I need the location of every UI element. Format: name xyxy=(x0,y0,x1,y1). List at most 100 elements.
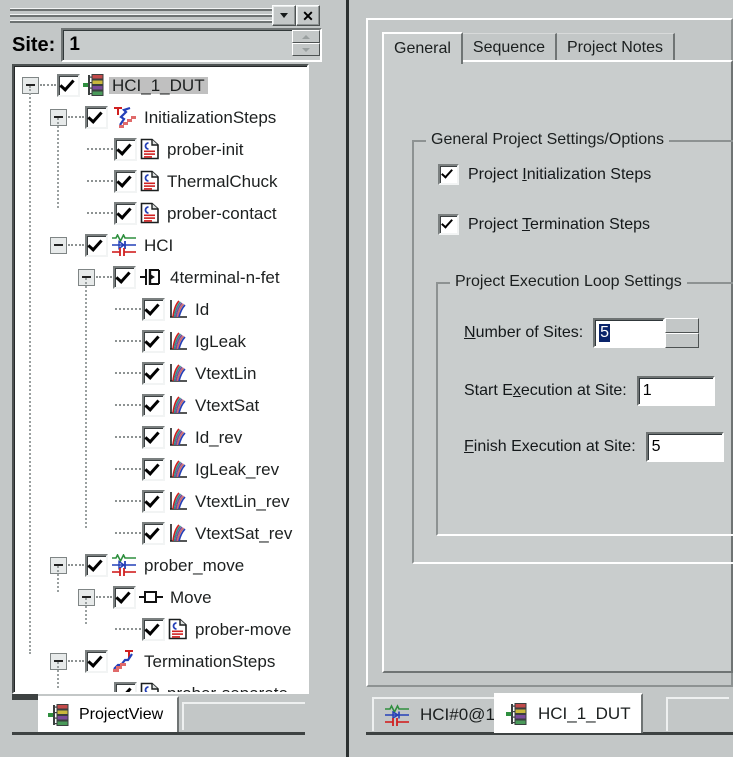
tree-node-checkbox[interactable] xyxy=(142,361,165,385)
tree-connector xyxy=(115,627,141,631)
site-spinner-down[interactable] xyxy=(292,43,320,56)
number-of-sites-input[interactable]: 5 xyxy=(593,318,666,348)
left-tabstrip-underline xyxy=(12,732,305,735)
tree-guide-line xyxy=(85,278,87,528)
tree-connector xyxy=(68,563,84,567)
finish-execution-at-site-value: 5 xyxy=(651,438,661,455)
checkbox-indicator[interactable] xyxy=(438,214,459,235)
tree-node[interactable]: VtextSat xyxy=(14,389,307,421)
tab-general[interactable]: General xyxy=(382,32,463,64)
tree-node-label: prober-move xyxy=(195,619,292,639)
document-tabstrip[interactable]: HCI#0@1 HCI_1_DUT xyxy=(366,693,733,743)
tab-hci-0-1[interactable]: HCI#0@1 xyxy=(372,697,507,731)
number-of-sites-spinner-up[interactable] xyxy=(665,318,700,333)
document-tabstrip-filler xyxy=(666,697,729,731)
tree-connector xyxy=(68,243,84,247)
tree-node-checkbox[interactable] xyxy=(85,105,108,129)
document-icon xyxy=(140,170,160,192)
tab-projectview[interactable]: ProjectView xyxy=(38,696,180,734)
tree-node-checkbox[interactable] xyxy=(142,617,165,641)
tree-node-label: VtextLin_rev xyxy=(195,491,290,511)
tree-node-label: TerminationSteps xyxy=(144,651,276,671)
left-tabstrip-filler xyxy=(182,702,305,730)
pane-splitter[interactable] xyxy=(332,0,360,757)
tree-connector xyxy=(87,211,113,215)
tree-node-checkbox[interactable] xyxy=(85,233,108,257)
tree-expander-collapse-icon[interactable] xyxy=(50,236,67,254)
tree-connector xyxy=(96,595,112,599)
tree-node[interactable]: 4terminal-n-fet xyxy=(14,261,307,293)
tree-connector xyxy=(115,435,141,439)
tree-node[interactable]: HCI_1_DUT xyxy=(14,69,307,101)
project-settings-pane: General Sequence Project Notes General P… xyxy=(360,0,733,757)
execution-loop-title: Project Execution Loop Settings xyxy=(450,273,687,291)
tab-project-notes-label: Project Notes xyxy=(566,39,664,56)
tree-connector xyxy=(115,403,141,407)
tree-node-checkbox[interactable] xyxy=(85,649,108,673)
tree-node[interactable]: Id_rev xyxy=(14,421,307,453)
caption-grip-lines xyxy=(10,8,278,23)
tree-node[interactable]: HCI xyxy=(14,229,307,261)
field-start-execution-at-site-label: Start Execution at Site: xyxy=(464,382,627,399)
number-of-sites-spinner[interactable] xyxy=(665,318,700,348)
checkbox-project-termination-steps[interactable]: Project Termination Steps xyxy=(438,214,650,235)
tree-node-checkbox[interactable] xyxy=(114,169,137,193)
tree-node-label: IgLeak xyxy=(195,331,247,351)
tab-sequence-label: Sequence xyxy=(472,39,545,56)
checkbox-project-initialization-steps[interactable]: Project Initialization Steps xyxy=(438,164,651,185)
general-settings-title: General Project Settings/Options xyxy=(426,131,670,149)
checkbox-indicator[interactable] xyxy=(438,164,459,185)
graph-icon xyxy=(168,459,188,479)
tree-node-checkbox[interactable] xyxy=(142,457,165,481)
left-tabstrip: ProjectView xyxy=(12,694,305,738)
tree-node[interactable]: IgLeak_rev xyxy=(14,453,307,485)
project-tree[interactable]: HCI_1_DUT InitializationSteps prober-ini… xyxy=(14,66,307,694)
device-icon xyxy=(111,233,137,256)
tree-node-checkbox[interactable] xyxy=(114,137,137,161)
device-icon xyxy=(384,704,410,726)
tree-node-label: IgLeak_rev xyxy=(195,459,280,479)
tree-node-checkbox[interactable] xyxy=(85,553,108,577)
finish-execution-at-site-input[interactable]: 5 xyxy=(645,432,724,462)
tree-node-checkbox[interactable] xyxy=(142,425,165,449)
close-icon[interactable]: ✕ xyxy=(296,5,320,26)
site-spinner[interactable] xyxy=(292,30,320,56)
move-icon xyxy=(139,590,163,604)
tree-node-checkbox[interactable] xyxy=(114,681,137,692)
graph-icon xyxy=(168,331,188,351)
tree-node-checkbox[interactable] xyxy=(142,297,165,321)
checkbox-project-termination-steps-label: Project Termination Steps xyxy=(468,215,651,233)
number-of-sites-spinner-down[interactable] xyxy=(665,333,700,348)
general-settings-groupbox: General Project Settings/Options Project… xyxy=(412,131,733,564)
window-caption-bar: ✕ xyxy=(8,4,322,26)
tree-node-checkbox[interactable] xyxy=(142,489,165,513)
project-tree-icon xyxy=(48,703,70,727)
document-icon xyxy=(140,202,160,224)
tree-node[interactable]: prober-move xyxy=(14,613,307,645)
tree-node-checkbox[interactable] xyxy=(142,393,165,417)
settings-tabstrip[interactable]: General Sequence Project Notes xyxy=(382,32,676,64)
graph-icon xyxy=(168,491,188,511)
tree-node-checkbox[interactable] xyxy=(142,329,165,353)
tree-node-checkbox[interactable] xyxy=(114,201,137,225)
tree-node[interactable]: VtextLin_rev xyxy=(14,485,307,517)
site-input[interactable]: 1 xyxy=(61,28,322,62)
tree-node[interactable]: Id xyxy=(14,293,307,325)
start-execution-at-site-input[interactable]: 1 xyxy=(636,376,715,406)
tree-node-checkbox[interactable] xyxy=(57,73,80,97)
tree-node[interactable]: VtextSat_rev xyxy=(14,517,307,549)
project-tree-panel[interactable]: HCI_1_DUT InitializationSteps prober-ini… xyxy=(12,64,309,694)
tree-node-checkbox[interactable] xyxy=(113,265,136,289)
tab-hci-1-dut[interactable]: HCI_1_DUT xyxy=(494,693,643,733)
tree-node[interactable]: VtextLin xyxy=(14,357,307,389)
site-spinner-up[interactable] xyxy=(292,30,320,43)
tree-node-checkbox[interactable] xyxy=(113,585,136,609)
tree-node-label: VtextSat xyxy=(195,395,260,415)
tree-node-checkbox[interactable] xyxy=(142,521,165,545)
chevron-down-icon[interactable] xyxy=(272,5,296,26)
tree-node-label: prober-separate xyxy=(167,683,288,694)
tab-project-notes[interactable]: Project Notes xyxy=(556,33,676,62)
tab-sequence[interactable]: Sequence xyxy=(462,33,557,62)
tree-node[interactable]: IgLeak xyxy=(14,325,307,357)
project-navigator-pane: ✕ Site: 1 HCI_1_DUT InitializationSteps … xyxy=(0,0,332,757)
